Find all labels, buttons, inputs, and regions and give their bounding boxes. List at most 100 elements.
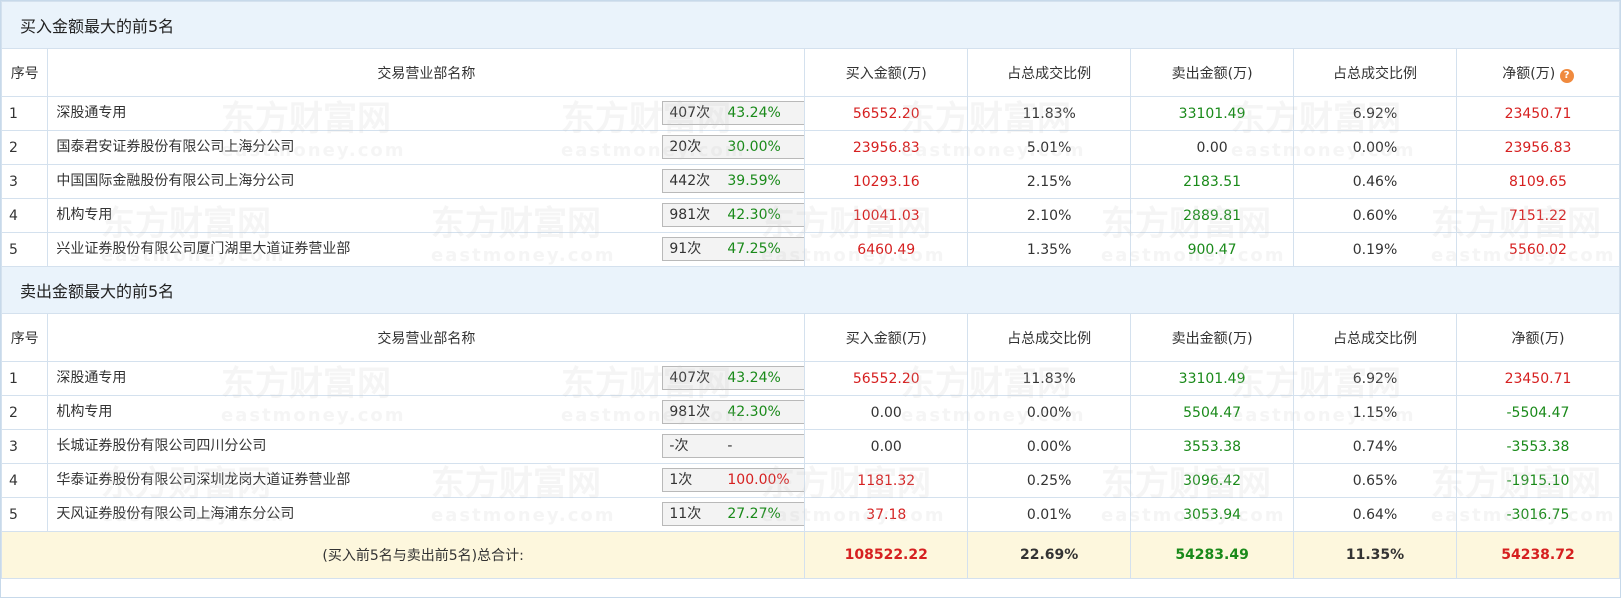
- row-seq: 2: [0, 130, 49, 165]
- history-count: 407次: [669, 370, 711, 386]
- row-name-cell: 机构专用 981次 42.30%: [47, 198, 806, 233]
- row-net: 5560.02: [1455, 232, 1621, 267]
- broker-name-link[interactable]: 深股通专用: [56, 98, 126, 130]
- history-stat-box[interactable]: 442次 39.59%: [662, 169, 804, 193]
- row-sell-ratio: 0.74%: [1293, 429, 1457, 464]
- total-net: 54238.72: [1455, 531, 1621, 579]
- row-buy-ratio: 5.01%: [967, 130, 1132, 165]
- row-name-cell: 深股通专用 407次43.24%?: [47, 96, 806, 131]
- history-count: 442次: [669, 173, 711, 189]
- sell-table-row: 2 机构专用 981次 42.30% 0.00 0.00% 5504.47 1.15% -550…: [0, 395, 1621, 430]
- history-stat-box[interactable]: 91次 47.25%: [662, 237, 804, 261]
- header-sell: 卖出金额(万): [1130, 313, 1295, 362]
- history-count: 407次: [669, 105, 711, 121]
- lhb-table-body: 买入金额最大的前5名 序号 交易营业部名称 买入金额(万) 占总成交比例 卖出金…: [0, 1, 1621, 579]
- question-icon[interactable]: ?: [1559, 68, 1574, 83]
- history-stat-box[interactable]: 981次 42.30%: [662, 400, 804, 424]
- row-seq: 1: [0, 361, 49, 396]
- row-net: 23956.83: [1455, 130, 1621, 165]
- broker-name-link[interactable]: 天风证券股份有限公司上海浦东分公司: [56, 499, 294, 531]
- row-seq: 1: [0, 96, 49, 131]
- row-sell: 33101.49: [1130, 361, 1295, 396]
- row-buy-ratio: 0.00%: [967, 395, 1132, 430]
- total-buy: 108522.22: [804, 531, 969, 579]
- row-name-cell: 中国国际金融股份有限公司上海分公司 442次 39.59%: [47, 164, 806, 199]
- buy-table-row: 2 国泰君安证券股份有限公司上海分公司 20次 30.00% 23956.83 5.01%…: [0, 130, 1621, 165]
- history-stat-box[interactable]: 11次 27.27%: [662, 502, 804, 526]
- history-win-rate: 100.00%: [727, 472, 790, 488]
- row-net: -3016.75: [1455, 497, 1621, 532]
- header-net: 净额(万) ?: [1455, 48, 1621, 97]
- buy-table-row: 3 中国国际金融股份有限公司上海分公司 442次 39.59% 10293.16 2.15…: [0, 164, 1621, 199]
- row-buy-ratio: 2.15%: [967, 164, 1132, 199]
- history-stat-box[interactable]: 981次 42.30%: [662, 203, 804, 227]
- broker-name-link[interactable]: 国泰君安证券股份有限公司上海分公司: [56, 132, 294, 164]
- header-sell-ratio: 占总成交比例: [1293, 48, 1457, 97]
- row-buy: 23956.83: [804, 130, 969, 165]
- broker-name-link[interactable]: 机构专用: [56, 397, 112, 429]
- header-seq: 序号: [0, 48, 49, 97]
- header-seq: 序号: [0, 313, 49, 362]
- history-win-rate: 27.27%: [727, 506, 781, 522]
- history-count: 20次: [669, 139, 702, 155]
- header-net: 净额(万): [1455, 313, 1621, 362]
- header-buy: 买入金额(万): [804, 48, 969, 97]
- history-stat-box[interactable]: 407次43.24%?: [662, 101, 804, 125]
- history-count: 981次: [669, 207, 711, 223]
- row-buy-ratio: 2.10%: [967, 198, 1132, 233]
- history-count: 981次: [669, 404, 711, 420]
- sell-table-row: 5 天风证券股份有限公司上海浦东分公司 11次 27.27% 37.18 0.01% 305…: [0, 497, 1621, 532]
- total-sell-ratio: 11.35%: [1293, 531, 1457, 579]
- sell-table-row: 1深股通专用407次43.24%?56552.2011.83%33101.496…: [0, 361, 1621, 396]
- history-win-rate: 42.30%: [727, 404, 781, 420]
- row-sell-ratio: 0.00%: [1293, 130, 1457, 165]
- broker-name-link[interactable]: 中国国际金融股份有限公司上海分公司: [56, 166, 294, 198]
- row-buy-ratio: 0.01%: [967, 497, 1132, 532]
- broker-name-link[interactable]: 华泰证券股份有限公司深圳龙岗大道证券营业部: [56, 465, 350, 497]
- history-win-rate: -: [727, 438, 733, 454]
- row-net: -1915.10: [1455, 463, 1621, 498]
- history-stat-box[interactable]: 1次 100.00%: [662, 468, 804, 492]
- row-buy-ratio: 11.83%: [967, 96, 1132, 131]
- header-name: 交易营业部名称: [47, 48, 806, 97]
- history-stat-box[interactable]: 20次 30.00%: [662, 135, 804, 159]
- header-buy-ratio: 占总成交比例: [967, 313, 1132, 362]
- row-name-cell: 华泰证券股份有限公司深圳龙岗大道证券营业部 1次 100.00%: [47, 463, 806, 498]
- history-count: 11次: [669, 506, 702, 522]
- buy-section-title-row: 买入金额最大的前5名: [1, 1, 1620, 49]
- row-seq: 5: [0, 497, 49, 532]
- row-sell-ratio: 0.19%: [1293, 232, 1457, 267]
- sell-section-title-row: 卖出金额最大的前5名: [1, 266, 1620, 314]
- row-seq: 4: [0, 463, 49, 498]
- row-sell-ratio: 0.60%: [1293, 198, 1457, 233]
- row-buy: 10293.16: [804, 164, 969, 199]
- row-sell: 3553.38: [1130, 429, 1295, 464]
- history-win-rate: 30.00%: [727, 139, 781, 155]
- row-sell: 3096.42: [1130, 463, 1295, 498]
- lhb-container: 买入金额最大的前5名 序号 交易营业部名称 买入金额(万) 占总成交比例 卖出金…: [0, 0, 1621, 598]
- row-buy-ratio: 11.83%: [967, 361, 1132, 396]
- row-seq: 3: [0, 429, 49, 464]
- row-buy: 37.18: [804, 497, 969, 532]
- row-name-cell: 兴业证券股份有限公司厦门湖里大道证券营业部 91次 47.25%: [47, 232, 806, 267]
- row-buy-ratio: 0.25%: [967, 463, 1132, 498]
- row-buy-ratio: 1.35%: [967, 232, 1132, 267]
- header-net-label: 净额(万): [1502, 65, 1556, 82]
- row-buy: 56552.20: [804, 96, 969, 131]
- history-count: -次: [669, 438, 689, 454]
- broker-name-link[interactable]: 长城证券股份有限公司四川分公司: [56, 431, 266, 463]
- total-buy-ratio: 22.69%: [967, 531, 1132, 579]
- row-net: -5504.47: [1455, 395, 1621, 430]
- row-buy-ratio: 0.00%: [967, 429, 1132, 464]
- broker-name-link[interactable]: 兴业证券股份有限公司厦门湖里大道证券营业部: [56, 234, 350, 266]
- history-stat-box[interactable]: 407次43.24%?: [662, 366, 804, 390]
- row-sell-ratio: 0.65%: [1293, 463, 1457, 498]
- history-count: 1次: [669, 472, 693, 488]
- history-count: 91次: [669, 241, 702, 257]
- broker-name-link[interactable]: 机构专用: [56, 200, 112, 232]
- history-stat-box[interactable]: -次 -: [662, 434, 804, 458]
- row-buy: 10041.03: [804, 198, 969, 233]
- row-seq: 3: [0, 164, 49, 199]
- header-sell: 卖出金额(万): [1130, 48, 1295, 97]
- broker-name-link[interactable]: 深股通专用: [56, 363, 126, 395]
